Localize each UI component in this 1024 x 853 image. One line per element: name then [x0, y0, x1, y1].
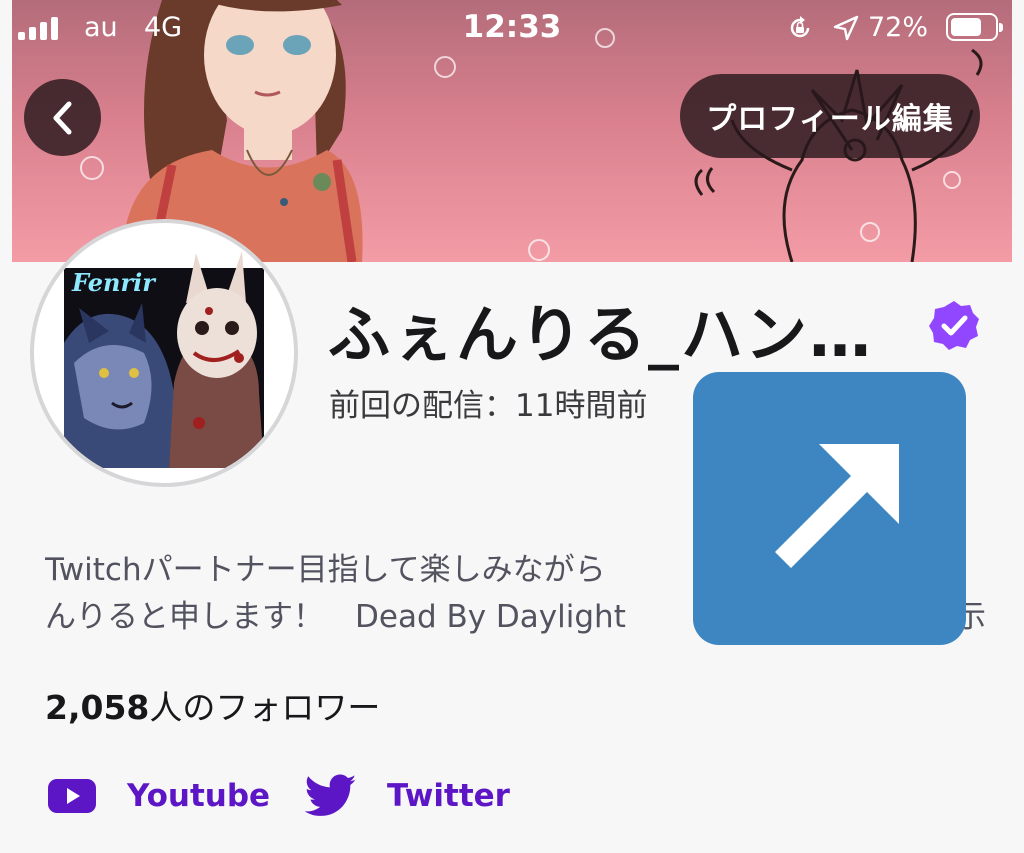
rotation-lock-icon	[790, 16, 810, 38]
follower-number: 2,058	[45, 688, 150, 727]
chevron-left-icon	[53, 101, 71, 134]
battery-percentage: 72%	[868, 12, 929, 43]
last-stream-info: 前回の配信：11時間前	[329, 388, 648, 424]
battery-icon	[946, 13, 1003, 41]
follower-count[interactable]: 2,058人のフォロワー	[45, 681, 380, 729]
youtube-link-label: Youtube	[127, 778, 271, 814]
external-link-overlay-button[interactable]	[693, 372, 966, 645]
verified-badge-icon	[929, 301, 979, 350]
external-link-arrow-icon	[775, 444, 899, 568]
status-bar: au 4G 12:33 72%	[0, 0, 1024, 56]
channel-name: ふぇんりる_ハン…	[328, 298, 874, 371]
edit-profile-button[interactable]: プロフィール編集	[680, 74, 980, 158]
avatar[interactable]: Fenrir	[30, 219, 298, 487]
social-link-youtube[interactable]: Youtube	[47, 771, 270, 821]
battery-fill	[951, 18, 981, 36]
follower-label: 人のフォロワー	[149, 688, 381, 727]
twitter-icon	[305, 774, 357, 816]
social-link-twitter[interactable]: Twitter	[305, 771, 510, 821]
back-button[interactable]	[24, 79, 101, 156]
bio-line-2-text: んりると申します！ Dead By Daylight	[45, 599, 626, 635]
avatar-logo-text: Fenrir	[71, 268, 157, 297]
avatar-artwork: Fenrir	[64, 251, 264, 468]
location-arrow-icon	[833, 15, 859, 41]
youtube-icon	[48, 779, 96, 813]
twitter-link-label: Twitter	[387, 778, 510, 814]
